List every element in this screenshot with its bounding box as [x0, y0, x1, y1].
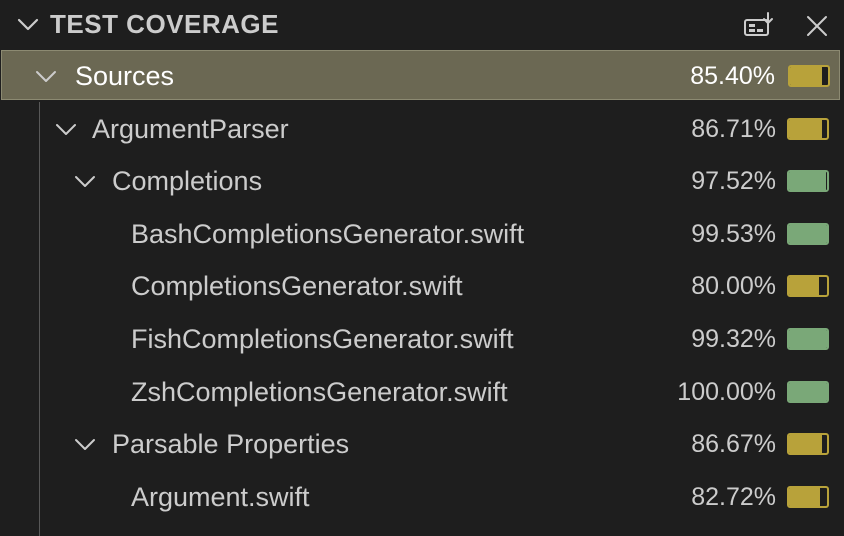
chevron-down-icon[interactable] — [16, 12, 40, 36]
coverage-bar-fill — [789, 172, 827, 191]
chevron-down-icon[interactable] — [73, 169, 97, 193]
coverage-percent: 99.32% — [691, 325, 776, 353]
tree-row-selected[interactable]: Sources 85.40% — [1, 50, 840, 100]
coverage-percent: 86.71% — [691, 114, 776, 143]
coverage-bar-fill — [789, 330, 827, 348]
view-as-list-icon — [744, 12, 773, 36]
tree-item-label: CompletionsGenerator.swift — [131, 271, 463, 302]
close-button[interactable] — [799, 8, 835, 44]
tree-row[interactable]: Argument.swift 82.72% — [0, 471, 844, 523]
coverage-percent: 99.53% — [691, 219, 776, 248]
tree-row[interactable]: BashCompletionsGenerator.swift 99.53% — [0, 208, 844, 260]
coverage-percent: 97.52% — [691, 167, 776, 196]
coverage-bar — [787, 433, 829, 456]
coverage-bar-fill — [789, 224, 827, 243]
coverage-percent: 100.00% — [677, 377, 776, 406]
tree-row[interactable]: Parsable Properties 86.67% — [0, 418, 844, 470]
coverage-bar — [787, 275, 829, 298]
tree-item-label: BashCompletionsGenerator.swift — [131, 218, 525, 249]
coverage-bar-fill — [789, 435, 822, 454]
coverage-bar-fill — [789, 277, 820, 296]
coverage-percent: 80.00% — [691, 272, 776, 301]
close-icon — [807, 16, 827, 36]
tree-row[interactable]: FishCompletionsGenerator.swift 99.32% — [0, 313, 844, 365]
tree-item-label: ArgumentParser — [92, 113, 289, 144]
chevron-down-icon[interactable] — [54, 117, 78, 141]
view-as-list-button[interactable] — [741, 8, 777, 44]
tree-item-label: Argument.swift — [131, 481, 310, 512]
coverage-percent: 85.40% — [690, 62, 775, 90]
coverage-bar — [787, 170, 829, 193]
tree-item-label: Completions — [112, 166, 263, 197]
coverage-bar-fill — [790, 67, 823, 85]
chevron-down-icon[interactable] — [73, 432, 97, 456]
test-coverage-panel: TEST COVERAGE Sources 85.40% ArgumentParse… — [0, 0, 844, 536]
coverage-percent: 86.67% — [691, 430, 776, 459]
coverage-bar — [787, 485, 829, 508]
panel-header: TEST COVERAGE — [0, 0, 844, 50]
coverage-bar-fill — [789, 487, 821, 506]
tree-item-label: Sources — [75, 61, 175, 91]
coverage-bar — [787, 328, 829, 350]
coverage-percent: 82.72% — [691, 482, 776, 511]
coverage-bar — [787, 380, 829, 403]
coverage-bar-fill — [789, 382, 827, 401]
tree-row[interactable]: ZshCompletionsGenerator.swift 100.00% — [0, 366, 844, 418]
coverage-bar — [788, 65, 830, 87]
coverage-bar — [787, 117, 829, 140]
tree-item-label: FishCompletionsGenerator.swift — [131, 324, 514, 354]
chevron-down-icon[interactable] — [34, 64, 58, 88]
panel-title[interactable]: TEST COVERAGE — [50, 9, 279, 39]
tree-row[interactable]: ArgumentParser 86.71% — [0, 103, 844, 155]
coverage-bar — [787, 222, 829, 245]
coverage-bar-fill — [789, 119, 822, 138]
tree-row[interactable]: Completions 97.52% — [0, 155, 844, 207]
tree-row[interactable]: CompletionsGenerator.swift 80.00% — [0, 260, 844, 312]
tree-item-label: Parsable Properties — [112, 429, 350, 460]
tree-item-label: ZshCompletionsGenerator.swift — [131, 376, 508, 407]
